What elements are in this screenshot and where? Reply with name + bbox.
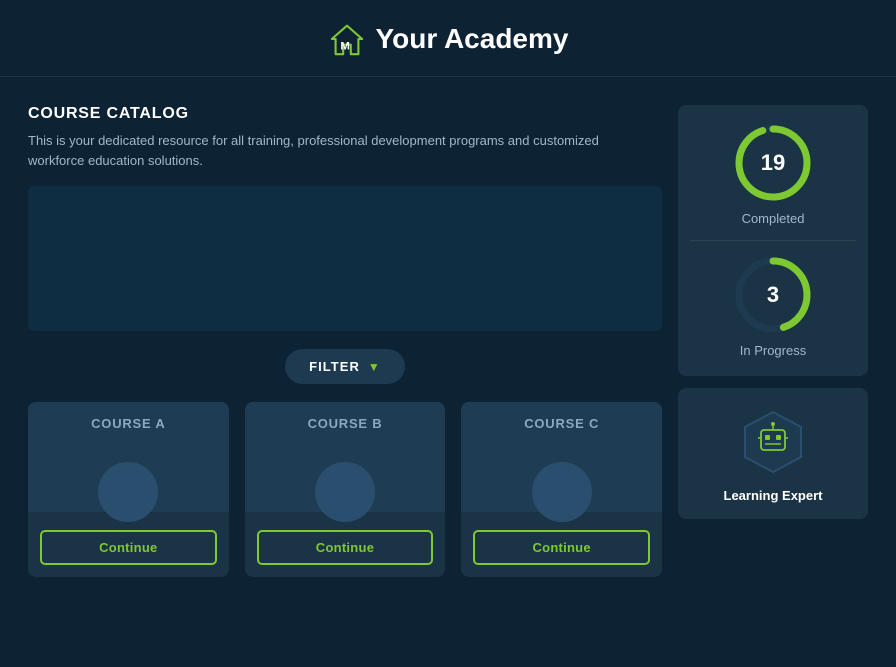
stats-card: 19 Completed 3 In Progress [678, 105, 868, 376]
stats-divider [690, 240, 856, 241]
course-c-title: COURSE C [524, 416, 599, 431]
course-b-avatar [315, 462, 375, 522]
course-a-image-area: COURSE A [28, 402, 229, 512]
course-a-title: COURSE A [91, 416, 165, 431]
continue-button-c[interactable]: Continue [473, 530, 650, 565]
continue-button-a[interactable]: Continue [40, 530, 217, 565]
header: M Your Academy [0, 0, 896, 77]
chevron-down-icon: ▼ [368, 360, 381, 374]
expert-card: Learning Expert [678, 388, 868, 519]
expert-label: Learning Expert [724, 488, 823, 503]
banner-image [28, 186, 662, 331]
course-card-b: COURSE B Continue [245, 402, 446, 577]
course-b-image-area: COURSE B [245, 402, 446, 512]
in-progress-ring: 3 [733, 255, 813, 335]
in-progress-stat: 3 In Progress [733, 255, 813, 358]
course-c-image-area: COURSE C [461, 402, 662, 512]
completed-label: Completed [742, 211, 805, 226]
course-b-title: COURSE B [308, 416, 383, 431]
course-a-avatar [98, 462, 158, 522]
app-title: Your Academy [376, 23, 569, 55]
catalog-title: COURSE CATALOG [28, 105, 662, 123]
filter-bar: FILTER ▼ [28, 349, 662, 384]
catalog-description: This is your dedicated resource for all … [28, 131, 648, 170]
filter-label: FILTER [309, 359, 360, 374]
svg-text:M: M [340, 40, 350, 52]
filter-button[interactable]: FILTER ▼ [285, 349, 405, 384]
completed-stat: 19 Completed [733, 123, 813, 226]
course-card-c: COURSE C Continue [461, 402, 662, 577]
left-panel: COURSE CATALOG This is your dedicated re… [28, 105, 662, 577]
main-content: COURSE CATALOG This is your dedicated re… [0, 77, 896, 597]
right-panel: 19 Completed 3 In Progress [678, 105, 868, 577]
completed-ring: 19 [733, 123, 813, 203]
in-progress-label: In Progress [740, 343, 806, 358]
completed-value: 19 [761, 150, 785, 176]
in-progress-value: 3 [767, 282, 779, 308]
expert-badge-icon [739, 408, 807, 476]
course-card-a: COURSE A Continue [28, 402, 229, 577]
academy-logo-icon: M [328, 20, 366, 58]
courses-row: COURSE A Continue COURSE B Continue [28, 402, 662, 577]
continue-button-b[interactable]: Continue [257, 530, 434, 565]
course-c-avatar [532, 462, 592, 522]
